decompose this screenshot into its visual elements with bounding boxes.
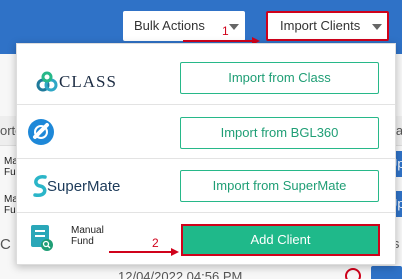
import-from-class-button[interactable]: Import from Class (180, 62, 379, 94)
import-menu: CLASS Import from Class Import from BGL3… (16, 43, 396, 265)
bgl360-logo-icon (28, 119, 54, 145)
bulk-actions-label: Bulk Actions (134, 18, 205, 33)
annotation-arrow-1 (183, 40, 253, 42)
alert-icon[interactable] (345, 268, 361, 279)
import-menu-item-class: CLASS Import from Class (17, 51, 395, 105)
import-clients-label: Import Clients (280, 18, 361, 33)
manual-fund-label: Manual Fund (71, 225, 104, 247)
row-icon-fragment: C (0, 236, 11, 253)
arrow-head-icon (171, 248, 179, 256)
class-logo: CLASS (27, 51, 157, 105)
screen: orte eta Ma Fu Ma Fu Up Up C is 12/04/20… (0, 0, 402, 279)
import-from-bgl360-button[interactable]: Import from BGL360 (180, 117, 379, 149)
annotation-step-1: 1 (222, 24, 229, 38)
manual-fund-logo: Manual Fund (27, 213, 157, 267)
import-from-supermate-button[interactable]: Import from SuperMate (180, 170, 379, 202)
supermate-logo-text: SuperMate (47, 178, 121, 195)
chevron-down-icon (372, 24, 382, 30)
annotation-step-2: 2 (152, 236, 159, 250)
supermate-logo: SuperMate (27, 159, 157, 213)
class-logo-text: CLASS (59, 72, 117, 91)
manual-fund-logo-icon (31, 225, 53, 251)
row-action-button[interactable] (371, 266, 402, 279)
import-menu-item-manual-fund: Manual Fund Add Client (17, 213, 395, 267)
import-menu-item-bgl360: Import from BGL360 (17, 105, 395, 159)
add-client-button[interactable]: Add Client (181, 224, 380, 256)
row-date-fragment: 12/04/2022 04:56 PM (118, 269, 243, 279)
annotation-arrow-2 (109, 251, 172, 253)
bgl360-logo (27, 105, 157, 159)
import-menu-item-supermate: SuperMate Import from SuperMate (17, 159, 395, 213)
import-clients-button[interactable]: Import Clients (266, 11, 389, 41)
chevron-down-icon (229, 24, 239, 30)
